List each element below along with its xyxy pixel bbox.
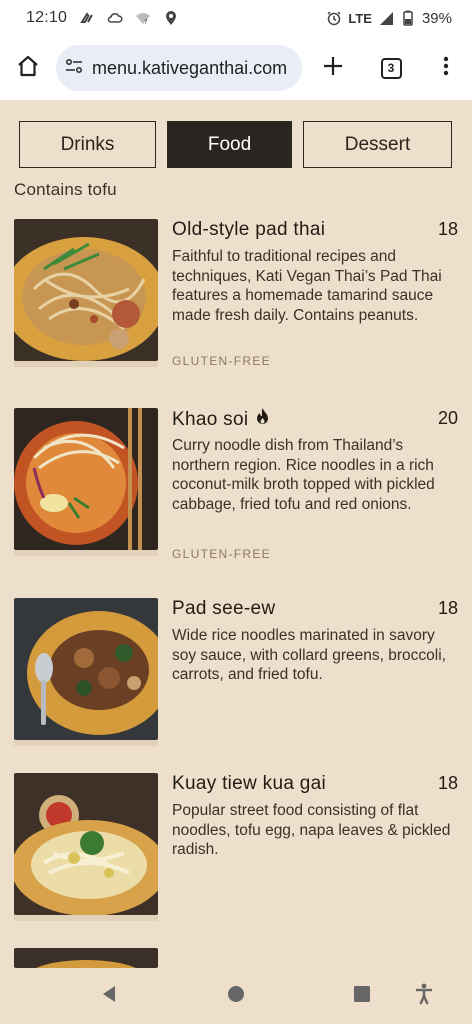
image-shadow xyxy=(14,915,158,921)
status-time: 12:10 xyxy=(26,9,68,26)
item-description: Popular street food consisting of flat n… xyxy=(172,802,451,859)
item-price: 18 xyxy=(437,219,458,239)
menu-item[interactable]: Old-style pad thai 18 Faithful to tradit… xyxy=(14,219,458,379)
cloud-icon xyxy=(107,10,123,26)
home-nav-button[interactable] xyxy=(216,976,256,1016)
menu-item[interactable]: Kuay tiew kua gai 18 Popular street food… xyxy=(14,773,458,923)
home-button[interactable] xyxy=(0,36,56,100)
url-text[interactable]: menu.kativeganthai.com xyxy=(92,58,287,79)
item-price: 18 xyxy=(437,598,458,618)
menu-item[interactable] xyxy=(14,948,458,968)
back-icon xyxy=(100,985,118,1008)
svg-text:?: ? xyxy=(144,18,148,26)
image-shadow xyxy=(14,361,158,367)
item-description: Faithful to traditional recipes and tech… xyxy=(172,248,442,324)
flame-icon xyxy=(256,408,269,431)
browser-toolbar: menu.kativeganthai.com 3 xyxy=(0,36,472,100)
item-name: Khao soi xyxy=(172,408,249,430)
item-price: 18 xyxy=(437,773,458,793)
accessibility-icon xyxy=(414,983,434,1010)
gluten-free-tag: GLUTEN-FREE xyxy=(172,354,271,368)
recents-icon xyxy=(353,985,371,1008)
category-tabs: Drinks Food Dessert xyxy=(19,121,452,168)
network-type: LTE xyxy=(348,10,372,26)
recents-button[interactable] xyxy=(342,976,382,1016)
menu-page: Drinks Food Dessert Contains tofu Old-st… xyxy=(0,100,472,968)
system-nav-bar xyxy=(0,968,472,1024)
url-bar[interactable]: menu.kativeganthai.com xyxy=(56,45,302,91)
menu-item[interactable]: Pad see-ew 18 Wide rice noodles marinate… xyxy=(14,598,458,748)
wifi-question-icon: ? xyxy=(135,10,151,26)
site-settings-icon[interactable] xyxy=(64,56,84,81)
back-button[interactable] xyxy=(89,976,129,1016)
location-icon xyxy=(163,10,179,26)
battery-icon xyxy=(400,10,416,26)
accessibility-button[interactable] xyxy=(404,976,444,1016)
item-name: Pad see-ew xyxy=(172,598,276,619)
signal-icon xyxy=(378,10,394,26)
image-shadow xyxy=(14,550,158,556)
browser-menu-button[interactable] xyxy=(420,36,472,100)
item-name: Kuay tiew kua gai xyxy=(172,773,327,794)
pad-thai-image xyxy=(14,219,158,361)
status-bar: 12:10 ? LTE 39% xyxy=(0,0,472,36)
home-icon xyxy=(16,54,40,83)
plus-icon xyxy=(322,55,344,82)
tabs-icon: 3 xyxy=(380,57,402,79)
item-description: Wide rice noodles marinated in savory so… xyxy=(172,627,446,684)
alarm-icon xyxy=(326,10,342,26)
home-circle-icon xyxy=(227,985,245,1008)
tab-drinks[interactable]: Drinks xyxy=(19,121,156,168)
battery-percent: 39% xyxy=(421,9,452,27)
vpn-key-icon xyxy=(79,10,95,26)
menu-item[interactable]: Khao soi 20 Curry noodle dish from Thail… xyxy=(14,408,458,573)
filter-note: Contains tofu xyxy=(14,180,117,199)
item-name: Old-style pad thai xyxy=(172,219,326,240)
image-shadow xyxy=(14,740,158,746)
new-tab-button[interactable] xyxy=(304,36,362,100)
khao-soi-image xyxy=(14,408,158,550)
item-name-row: Khao soi xyxy=(172,408,269,431)
pad-see-ew-image xyxy=(14,598,158,740)
tab-switcher-button[interactable]: 3 xyxy=(362,36,420,100)
more-vert-icon xyxy=(443,56,449,81)
tab-food[interactable]: Food xyxy=(167,121,292,168)
item-price: 20 xyxy=(437,408,458,428)
gluten-free-tag: GLUTEN-FREE xyxy=(172,547,271,561)
tab-dessert[interactable]: Dessert xyxy=(303,121,452,168)
next-item-image xyxy=(14,948,158,968)
kuay-tiew-image xyxy=(14,773,158,915)
item-description: Curry noodle dish from Thailand’s northe… xyxy=(172,437,435,513)
